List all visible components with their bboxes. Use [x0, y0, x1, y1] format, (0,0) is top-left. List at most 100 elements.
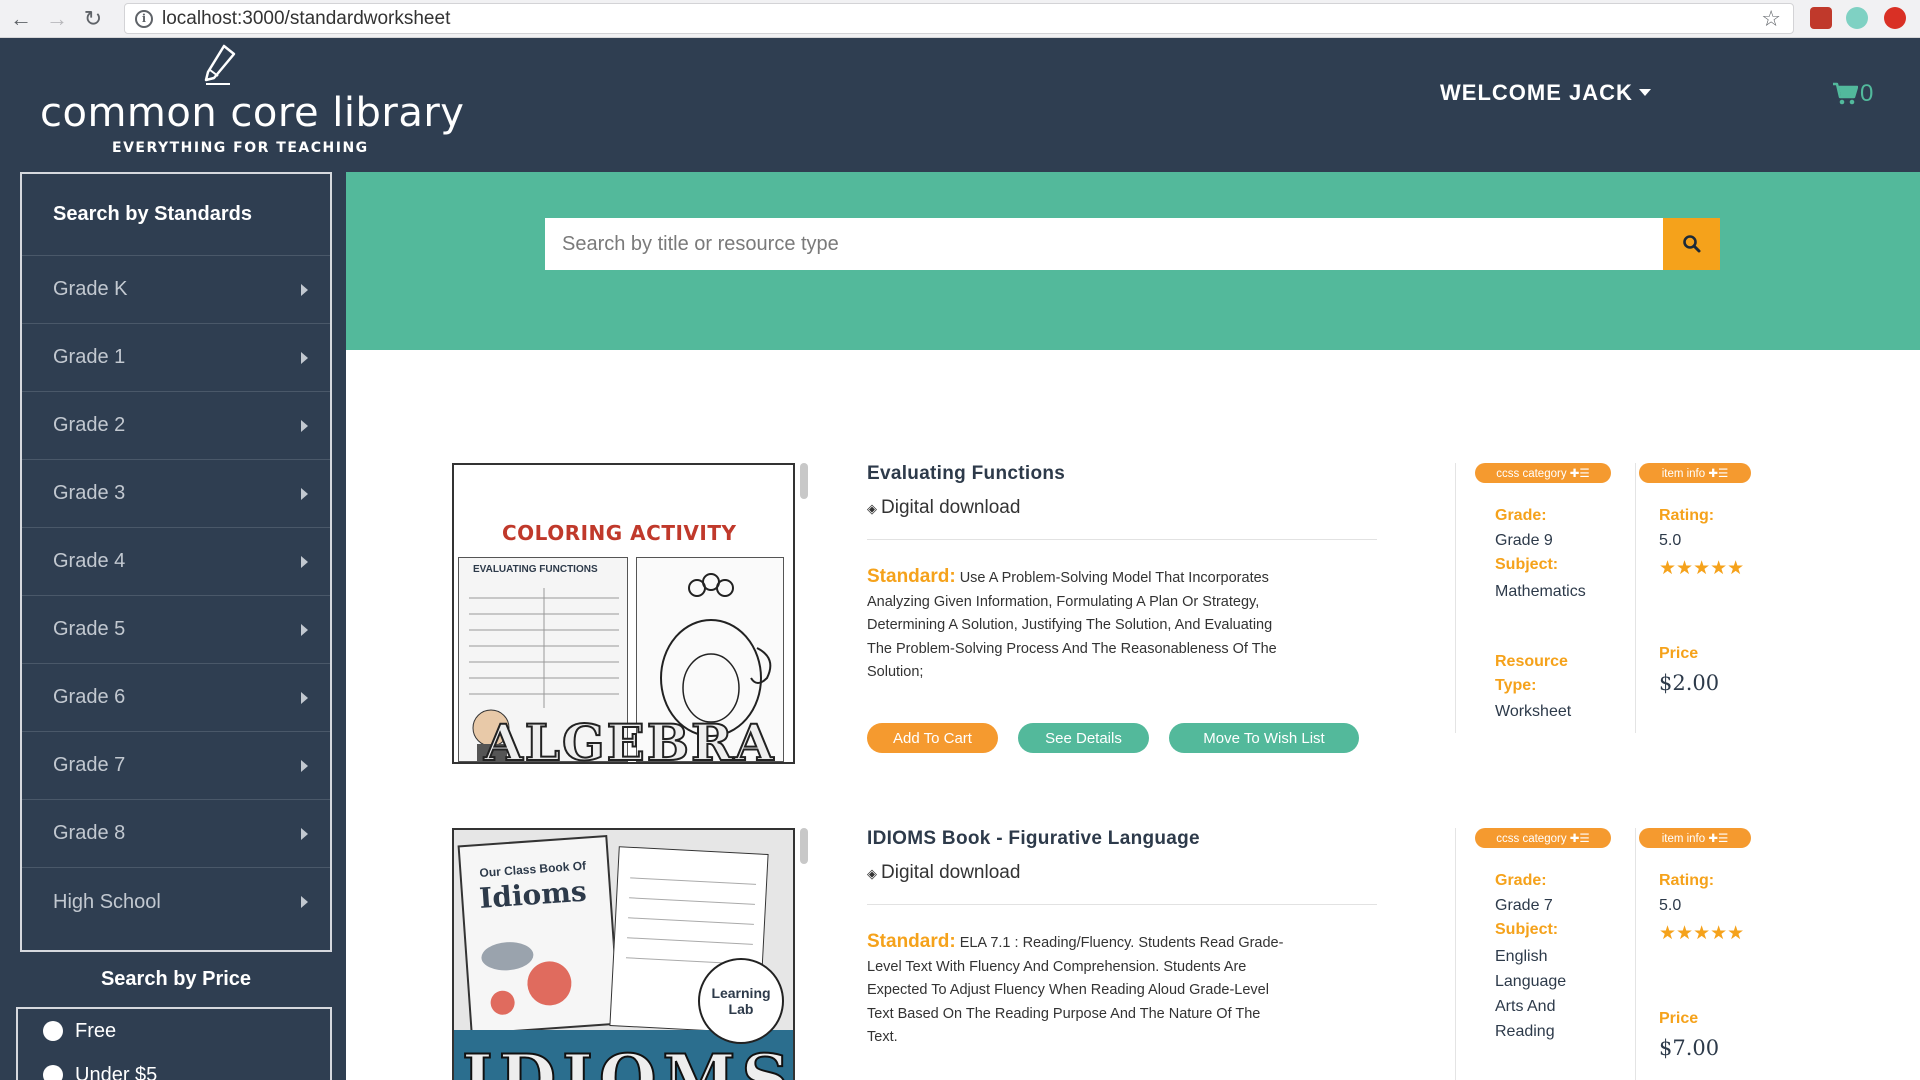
chevron-right-icon: [301, 351, 308, 364]
price-filter-panel: Free Under $5: [16, 1007, 332, 1080]
search-icon: [1682, 235, 1700, 253]
learning-lab-badge: Learning Lab: [698, 958, 784, 1044]
sidebar-item-grade-5[interactable]: Grade 5: [22, 596, 330, 664]
product-type: ◈ Digital download: [867, 497, 1020, 519]
chevron-right-icon: [301, 419, 308, 432]
rating-label: Rating:: [1659, 507, 1715, 524]
reload-icon[interactable]: ↻: [78, 4, 108, 34]
ccss-category-tag[interactable]: ccss category ✚☰: [1475, 828, 1611, 848]
divider: [867, 904, 1377, 905]
item-info-tag[interactable]: item info ✚☰: [1639, 828, 1751, 848]
subject-value: Mathematics: [1495, 583, 1586, 600]
chevron-right-icon: [301, 555, 308, 568]
grade-label: High School: [53, 890, 161, 913]
chevron-right-icon: [301, 759, 308, 772]
grade-label: Grade:: [1495, 507, 1547, 524]
price-label: Price: [1659, 645, 1699, 662]
caret-down-icon: [1638, 89, 1651, 96]
forward-icon[interactable]: →: [42, 4, 72, 34]
sidebar-item-grade-7[interactable]: Grade 7: [22, 732, 330, 800]
site-header: common core library EVERYTHING FOR TEACH…: [0, 38, 1920, 172]
chevron-right-icon: [301, 896, 308, 908]
address-bar[interactable]: i localhost:3000/standardworksheet ☆: [124, 3, 1794, 34]
thumb-worksheet-title: EVALUATING FUNCTIONS: [473, 564, 598, 575]
type-label: Type:: [1495, 677, 1537, 694]
thumbnail-scrollbar[interactable]: [800, 463, 808, 499]
subject-label: Subject:: [1495, 921, 1559, 938]
url-text[interactable]: localhost:3000/standardworksheet: [162, 8, 450, 30]
extension-icon[interactable]: [1884, 7, 1906, 29]
sidebar-item-grade-1[interactable]: Grade 1: [22, 324, 330, 392]
move-to-wish-list-button[interactable]: Move To Wish List: [1169, 723, 1359, 753]
browser-toolbar: ← → ↻ i localhost:3000/standardworksheet…: [0, 0, 1920, 38]
search-input[interactable]: [545, 218, 1663, 270]
standards-title: Search by Standards: [22, 174, 330, 256]
radio-button[interactable]: [43, 1021, 63, 1041]
sidebar-item-grade-8[interactable]: Grade 8: [22, 800, 330, 868]
cart-button[interactable]: 0: [1832, 80, 1873, 108]
chevron-right-icon: [301, 691, 308, 704]
radio-button[interactable]: [43, 1065, 63, 1080]
search-button[interactable]: [1663, 218, 1720, 270]
subject-value: English Language Arts And Reading: [1495, 948, 1567, 1040]
product-title[interactable]: IDIOMS Book - Figurative Language: [867, 828, 1200, 850]
divider: [1455, 828, 1456, 1080]
info-icon[interactable]: i: [135, 9, 153, 28]
product-thumbnail[interactable]: Our Class Book Of Idioms IDIOMS Learning…: [452, 828, 795, 1080]
product-type-label: Digital download: [881, 497, 1021, 518]
product-actions: Add To Cart See Details Move To Wish Lis…: [867, 723, 1379, 753]
extension-icon[interactable]: [1846, 7, 1868, 29]
standard-label: Standard:: [867, 931, 956, 952]
grade-label: Grade 5: [53, 618, 126, 640]
chevron-right-icon: [301, 487, 308, 500]
logo-tagline: EVERYTHING FOR TEACHING: [112, 140, 369, 156]
pencil-logo-icon: [204, 44, 236, 85]
download-diamond-icon: ◈: [867, 866, 877, 881]
welcome-user-menu[interactable]: WELCOME JACK: [1440, 80, 1651, 106]
grade-label: Grade 2: [53, 414, 126, 436]
product-title[interactable]: Evaluating Functions: [867, 463, 1065, 485]
sidebar-item-high-school[interactable]: High School: [22, 868, 330, 936]
price-value: $2.00: [1659, 671, 1720, 695]
item-info-tag[interactable]: item info ✚☰: [1639, 463, 1751, 483]
divider: [1635, 828, 1636, 1080]
price-option-under-5[interactable]: Under $5: [18, 1053, 330, 1080]
add-to-cart-button[interactable]: Add To Cart: [867, 723, 998, 753]
price-option-label: Under $5: [75, 1063, 158, 1080]
welcome-text: WELCOME JACK: [1440, 80, 1633, 105]
sidebar-item-grade-k[interactable]: Grade K: [22, 256, 330, 324]
sidebar-item-grade-3[interactable]: Grade 3: [22, 460, 330, 528]
grade-label: Grade 7: [53, 754, 126, 776]
thumb-book-art: [481, 942, 572, 1015]
grade-value: Grade 7: [1495, 897, 1553, 914]
price-label: Price: [1659, 1010, 1699, 1027]
price-option-label: Free: [75, 1019, 117, 1042]
chevron-right-icon: [301, 283, 308, 296]
thumb-word: ALGEBRA: [483, 712, 776, 764]
price-option-free[interactable]: Free: [18, 1009, 330, 1053]
grade-value: Grade 9: [1495, 532, 1553, 549]
extension-icon[interactable]: [1810, 7, 1832, 29]
product-thumbnail[interactable]: COLORING ACTIVITY EVALUATING FUNCTIONS A…: [452, 463, 795, 764]
chevron-right-icon: [301, 623, 308, 636]
grade-label: Grade 1: [53, 346, 126, 368]
bookmark-star-icon[interactable]: ☆: [1761, 6, 1781, 32]
rating-stars-icon: ★★★★★: [1659, 923, 1745, 944]
thumbnail-scrollbar[interactable]: [800, 828, 808, 864]
grade-label: Grade 6: [53, 686, 126, 708]
logo-name[interactable]: common core library: [40, 90, 464, 136]
sidebar-item-grade-2[interactable]: Grade 2: [22, 392, 330, 460]
cart-count: 0: [1860, 80, 1874, 107]
price-filter-title: Search by Price: [100, 968, 252, 990]
sidebar-item-grade-4[interactable]: Grade 4: [22, 528, 330, 596]
rating-value: 5.0: [1659, 897, 1682, 914]
see-details-button[interactable]: See Details: [1018, 723, 1149, 753]
ccss-category-tag[interactable]: ccss category ✚☰: [1475, 463, 1611, 483]
standards-panel: Search by Standards Grade K Grade 1 Grad…: [20, 172, 332, 952]
subject-label: Subject:: [1495, 556, 1559, 573]
sidebar-item-grade-6[interactable]: Grade 6: [22, 664, 330, 732]
grade-label: Grade 4: [53, 550, 126, 572]
rating-label: Rating:: [1659, 872, 1715, 889]
rating-value: 5.0: [1659, 532, 1682, 549]
back-icon[interactable]: ←: [6, 4, 36, 34]
